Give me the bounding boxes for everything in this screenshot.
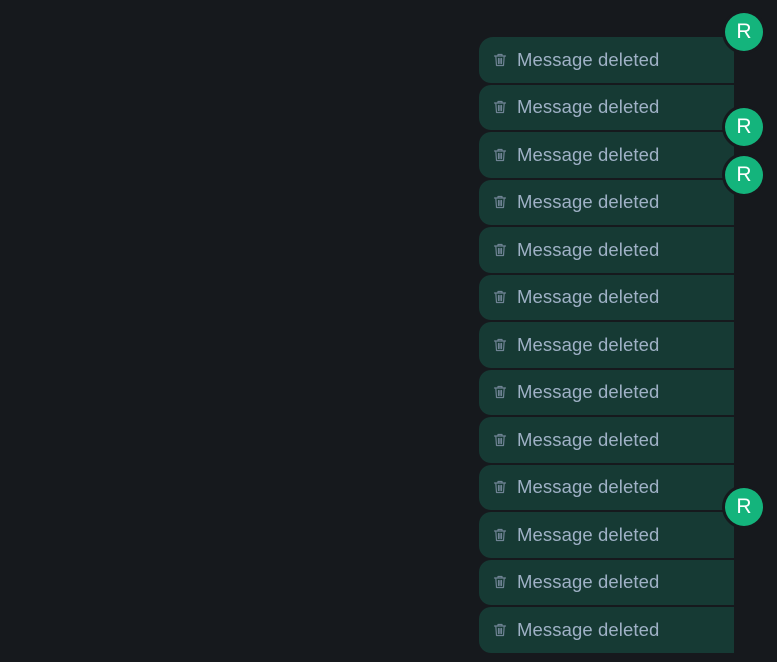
deleted-message-text: Message deleted bbox=[517, 96, 660, 117]
deleted-message-text: Message deleted bbox=[517, 191, 660, 212]
deleted-message-text: Message deleted bbox=[517, 618, 660, 640]
avatar[interactable]: R bbox=[725, 488, 763, 526]
deleted-message-bubble[interactable]: Message deleted bbox=[479, 132, 734, 178]
trash-icon bbox=[492, 242, 508, 258]
deleted-message-bubble[interactable]: Message deleted bbox=[479, 322, 734, 368]
trash-icon bbox=[492, 479, 508, 495]
trash-icon bbox=[492, 52, 508, 68]
deleted-message-bubble[interactable]: Message deleted bbox=[479, 369, 734, 415]
deleted-message-text: Message deleted bbox=[517, 286, 660, 307]
deleted-message-bubble[interactable]: Message deleted bbox=[479, 417, 734, 463]
avatar[interactable]: R bbox=[725, 156, 763, 194]
deleted-message-text: Message deleted bbox=[517, 476, 660, 497]
avatar-initial: R bbox=[736, 115, 752, 138]
trash-icon bbox=[492, 622, 508, 638]
avatar-initial: R bbox=[736, 20, 752, 43]
message-group: Message deleted Message deleted Message de… bbox=[479, 37, 734, 655]
deleted-message-bubble[interactable]: Message deleted bbox=[479, 512, 734, 558]
avatar[interactable]: R bbox=[725, 13, 763, 51]
trash-icon bbox=[492, 289, 508, 305]
trash-icon bbox=[492, 99, 508, 115]
deleted-message-text: Message deleted bbox=[517, 571, 660, 592]
deleted-message-bubble[interactable]: Message deleted bbox=[479, 464, 734, 510]
avatar-initial: R bbox=[736, 163, 752, 186]
deleted-message-bubble[interactable]: Message deleted bbox=[479, 227, 734, 273]
deleted-message-bubble[interactable]: Message deleted bbox=[479, 179, 734, 225]
chat-message-stream[interactable]: Message deleted Message deleted Message de… bbox=[0, 0, 777, 662]
deleted-message-text: Message deleted bbox=[517, 523, 660, 545]
trash-icon bbox=[492, 384, 508, 400]
deleted-message-bubble[interactable]: Message deleted bbox=[479, 559, 734, 605]
deleted-message-text: Message deleted bbox=[517, 381, 660, 402]
trash-icon bbox=[492, 527, 508, 543]
trash-icon bbox=[492, 147, 508, 163]
trash-icon bbox=[492, 432, 508, 448]
avatar-initial: R bbox=[736, 495, 752, 518]
deleted-message-text: Message deleted bbox=[517, 428, 660, 450]
deleted-message-text: Message deleted bbox=[517, 238, 660, 260]
deleted-message-bubble[interactable]: Message deleted bbox=[479, 274, 734, 320]
deleted-message-bubble[interactable]: Message deleted bbox=[479, 607, 734, 653]
avatar[interactable]: R bbox=[725, 108, 763, 146]
deleted-message-text: Message deleted bbox=[517, 333, 660, 355]
trash-icon bbox=[492, 194, 508, 210]
trash-icon bbox=[492, 337, 508, 353]
deleted-message-bubble[interactable]: Message deleted bbox=[479, 84, 734, 130]
trash-icon bbox=[492, 574, 508, 590]
deleted-message-bubble[interactable]: Message deleted bbox=[479, 37, 734, 83]
deleted-message-text: Message deleted bbox=[517, 48, 660, 70]
deleted-message-text: Message deleted bbox=[517, 143, 660, 165]
